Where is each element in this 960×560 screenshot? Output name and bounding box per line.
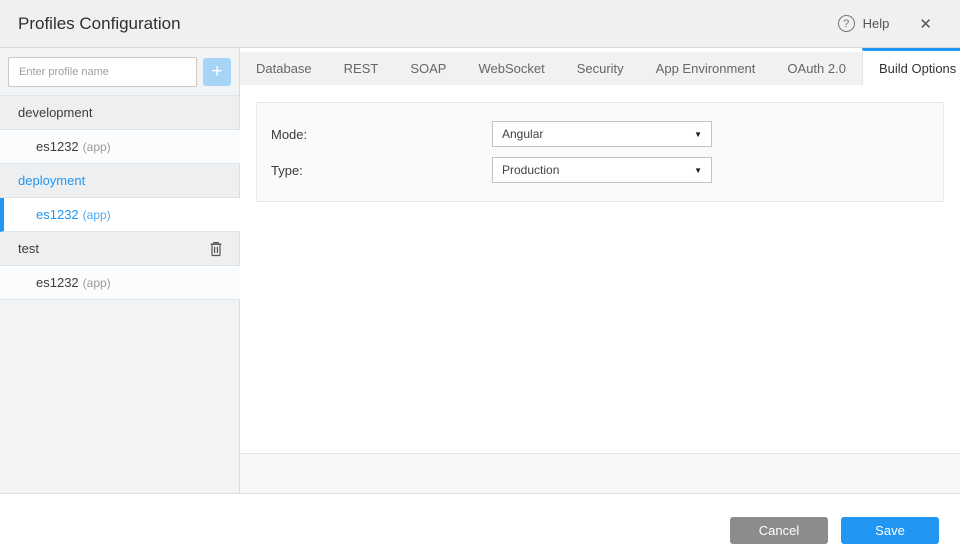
- app-suffix: (app): [82, 275, 111, 290]
- tab-app-environment[interactable]: App Environment: [639, 52, 772, 85]
- help-button[interactable]: ? Help: [837, 15, 890, 32]
- mode-label: Mode:: [271, 126, 308, 142]
- app-label: es1232: [36, 207, 79, 222]
- page-title: Profiles Configuration: [18, 13, 181, 33]
- close-icon[interactable]: ✕: [915, 13, 936, 35]
- add-profile-button[interactable]: +: [203, 57, 231, 86]
- cancel-button[interactable]: Cancel: [730, 517, 828, 544]
- chevron-down-icon: ▼: [694, 129, 702, 139]
- profile-group-label: deployment: [18, 173, 86, 188]
- help-question-icon: ?: [837, 15, 855, 32]
- app-suffix: (app): [82, 139, 111, 154]
- delete-profile-icon[interactable]: [209, 240, 225, 258]
- tab-security[interactable]: Security: [560, 52, 640, 85]
- type-selected-value: Production: [502, 163, 560, 177]
- tab-oauth20[interactable]: OAuth 2.0: [771, 52, 862, 85]
- profile-group-development[interactable]: development: [0, 96, 239, 130]
- profiles-configuration-dialog: Profiles Configuration ? Help ✕ + develo…: [0, 0, 960, 560]
- build-options-content: Mode: Angular ▼ Type: Production ▼: [240, 85, 960, 453]
- tab-bar: Database REST SOAP WebSocket Security Ap…: [240, 48, 960, 85]
- type-select[interactable]: Production ▼: [492, 157, 712, 183]
- profiles-sidebar: + development es1232 (app) deployment es…: [0, 48, 960, 493]
- mode-selected-value: Angular: [502, 127, 544, 141]
- help-label: Help: [862, 16, 890, 31]
- profile-group-label: test: [18, 241, 39, 256]
- tab-build-options[interactable]: Build Options: [861, 48, 960, 85]
- dialog-footer: Cancel Save: [0, 493, 960, 560]
- profile-name-input[interactable]: [8, 56, 197, 87]
- chevron-down-icon: ▼: [694, 165, 702, 175]
- app-label: es1232: [36, 275, 79, 290]
- profile-group-label: development: [18, 105, 93, 120]
- profile-group-test[interactable]: test: [0, 232, 239, 266]
- build-options-form: Mode: Angular ▼ Type: Production ▼: [256, 102, 944, 202]
- tab-rest[interactable]: REST: [327, 52, 395, 85]
- app-suffix: (app): [82, 207, 111, 222]
- tab-database[interactable]: Database: [240, 52, 328, 85]
- app-label: es1232: [36, 139, 79, 154]
- tab-websocket[interactable]: WebSocket: [462, 52, 561, 85]
- profile-group-deployment[interactable]: deployment: [0, 164, 239, 198]
- profile-list: development es1232 (app) deployment es12…: [0, 95, 960, 300]
- type-label: Type:: [271, 162, 303, 178]
- main-panel: Database REST SOAP WebSocket Security Ap…: [240, 48, 960, 493]
- tab-soap[interactable]: SOAP: [394, 52, 463, 85]
- save-button[interactable]: Save: [841, 517, 939, 544]
- content-footer-strip: [240, 453, 960, 493]
- dialog-header: Profiles Configuration ? Help ✕: [0, 0, 960, 48]
- mode-select[interactable]: Angular ▼: [492, 121, 712, 147]
